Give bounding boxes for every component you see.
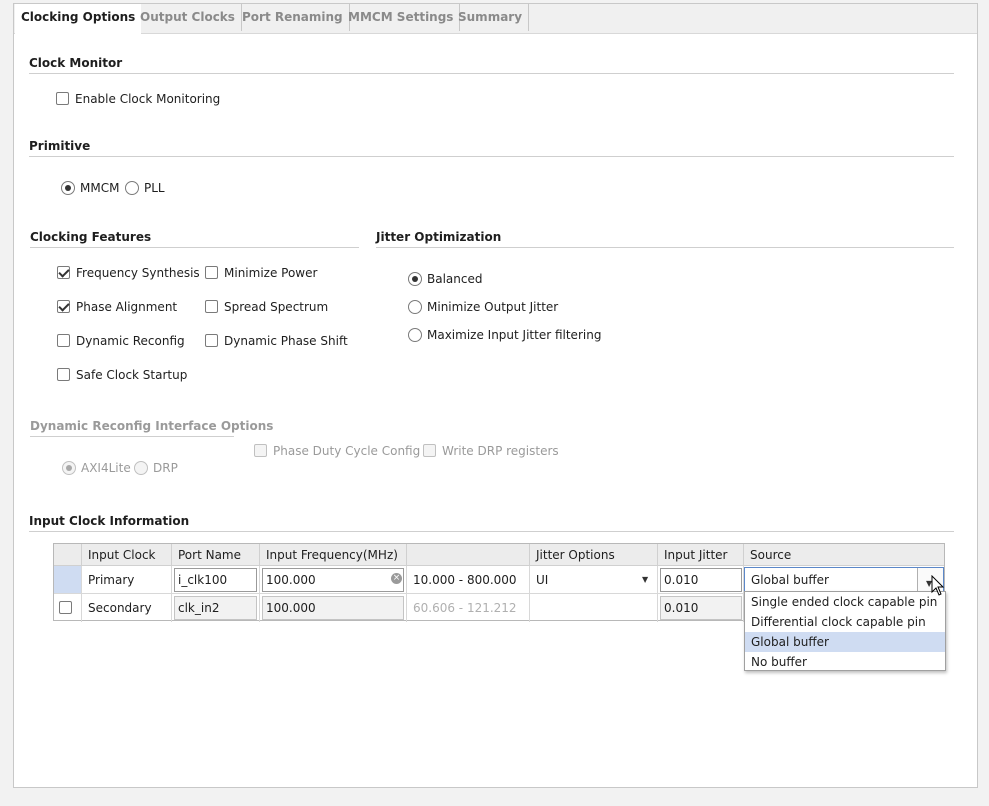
primary-jitter-options-select[interactable]: UI ▼ (530, 566, 658, 594)
chevron-down-icon: ▼ (642, 575, 649, 584)
input-clock-info-title: Input Clock Information (29, 514, 190, 528)
secondary-range-cell: 60.606 - 121.212 (407, 594, 530, 622)
divider (29, 156, 954, 157)
drp-options-title: Dynamic Reconfig Interface Options (30, 419, 274, 433)
clear-icon[interactable]: × (391, 573, 402, 584)
primary-input-jitter-input[interactable]: 0.010 (660, 568, 742, 592)
divider (30, 247, 359, 248)
pll-radio[interactable] (125, 181, 139, 195)
source-dropdown-list: Single ended clock capable pin Different… (744, 591, 946, 671)
spread-spectrum-checkbox[interactable] (205, 300, 218, 313)
drp-label: DRP (153, 461, 178, 475)
divider (30, 436, 234, 437)
source-option-global-buffer[interactable]: Global buffer (745, 632, 945, 652)
tab-clocking-options[interactable]: Clocking Options (15, 4, 142, 35)
mmcm-radio[interactable] (61, 181, 75, 195)
source-option-differential[interactable]: Differential clock capable pin (745, 612, 945, 632)
table-cell: 100.000 × (260, 566, 407, 594)
source-option-no-buffer[interactable]: No buffer (745, 652, 945, 672)
divider (376, 247, 954, 248)
dynamic-reconfig-label: Dynamic Reconfig (76, 334, 185, 348)
write-drp-registers-checkbox[interactable] (423, 444, 436, 457)
tab-output-clocks[interactable]: Output Clocks (134, 4, 242, 31)
pll-label: PLL (144, 181, 165, 195)
phase-alignment-label: Phase Alignment (76, 300, 178, 314)
safe-clock-startup-checkbox[interactable] (57, 368, 70, 381)
tab-port-renaming[interactable]: Port Renaming (236, 4, 350, 31)
table-row-selector[interactable] (54, 566, 82, 594)
table-row-selector (54, 594, 82, 622)
write-drp-registers-label: Write DRP registers (442, 444, 559, 458)
dynamic-reconfig-checkbox[interactable] (57, 334, 70, 347)
axi4lite-radio[interactable] (62, 461, 76, 475)
primary-frequency-input[interactable]: 100.000 (262, 568, 404, 592)
table-header-jitter-options: Jitter Options (530, 544, 658, 566)
divider (29, 73, 954, 74)
mouse-cursor-icon (931, 575, 945, 596)
mmcm-label: MMCM (80, 181, 120, 195)
primary-port-name-input[interactable]: i_clk100 (174, 568, 257, 592)
frequency-synthesis-checkbox[interactable] (57, 266, 70, 279)
phase-duty-cycle-config-checkbox[interactable] (254, 444, 267, 457)
jitter-option-value: UI (536, 573, 549, 587)
secondary-frequency-input[interactable]: 100.000 (262, 596, 404, 620)
table-cell: 100.000 (260, 594, 407, 622)
maximize-input-jitter-label: Maximize Input Jitter filtering (427, 328, 602, 342)
spread-spectrum-label: Spread Spectrum (224, 300, 329, 314)
balanced-label: Balanced (427, 272, 483, 286)
clock-monitor-title: Clock Monitor (29, 56, 123, 70)
primary-range-cell: 10.000 - 800.000 (407, 566, 530, 594)
table-cell: Global buffer ▼ (744, 566, 944, 594)
phase-duty-cycle-config-label: Phase Duty Cycle Config (273, 444, 421, 458)
table-header-input-frequency: Input Frequency(MHz) (260, 544, 407, 566)
jitter-optimization-title: Jitter Optimization (376, 230, 502, 244)
table-header-input-clock: Input Clock (82, 544, 172, 566)
primitive-title: Primitive (29, 139, 91, 153)
secondary-input-jitter-input[interactable]: 0.010 (660, 596, 742, 620)
secondary-clock-cell: Secondary (82, 594, 172, 622)
table-header-select (54, 544, 82, 566)
table-cell: 0.010 (658, 566, 744, 594)
phase-alignment-checkbox[interactable] (57, 300, 70, 313)
table-cell: 0.010 (658, 594, 744, 622)
source-value: Global buffer (751, 573, 829, 587)
safe-clock-startup-label: Safe Clock Startup (76, 368, 188, 382)
maximize-input-jitter-radio[interactable] (408, 328, 422, 342)
minimize-power-label: Minimize Power (224, 266, 318, 280)
dynamic-phase-shift-checkbox[interactable] (205, 334, 218, 347)
table-header-port-name: Port Name (172, 544, 260, 566)
clocking-features-title: Clocking Features (30, 230, 152, 244)
secondary-jitter-options-cell (530, 594, 658, 622)
minimize-power-checkbox[interactable] (205, 266, 218, 279)
primary-source-select[interactable]: Global buffer (744, 567, 944, 593)
balanced-radio[interactable] (408, 272, 422, 286)
axi4lite-label: AXI4Lite (81, 461, 131, 475)
tab-summary[interactable]: Summary (452, 4, 530, 31)
frequency-synthesis-label: Frequency Synthesis (76, 266, 200, 280)
secondary-port-name-input[interactable]: clk_in2 (174, 596, 257, 620)
table-cell: clk_in2 (172, 594, 260, 622)
drp-radio[interactable] (134, 461, 148, 475)
secondary-enable-checkbox[interactable] (59, 601, 72, 614)
table-cell: i_clk100 (172, 566, 260, 594)
primary-clock-cell: Primary (82, 566, 172, 594)
table-header-source: Source (744, 544, 944, 566)
tab-mmcm-settings[interactable]: MMCM Settings (342, 4, 461, 31)
enable-clock-monitoring-checkbox[interactable] (56, 92, 69, 105)
divider (29, 531, 954, 532)
minimize-output-jitter-radio[interactable] (408, 300, 422, 314)
enable-clock-monitoring-label: Enable Clock Monitoring (75, 92, 221, 106)
table-header-range (407, 544, 530, 566)
dynamic-phase-shift-label: Dynamic Phase Shift (224, 334, 348, 348)
source-option-single-ended[interactable]: Single ended clock capable pin (745, 592, 945, 612)
table-header-input-jitter: Input Jitter (658, 544, 744, 566)
minimize-output-jitter-label: Minimize Output Jitter (427, 300, 559, 314)
